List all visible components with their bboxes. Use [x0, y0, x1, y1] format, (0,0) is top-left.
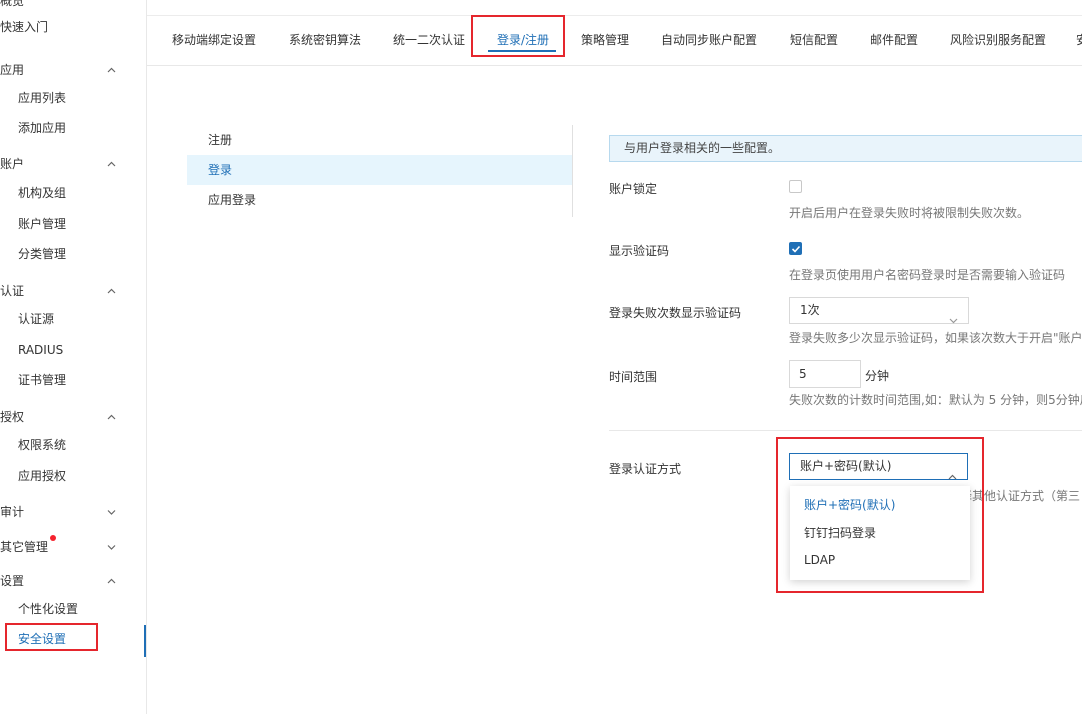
- check-icon: [791, 245, 801, 253]
- tab-mobile-binding[interactable]: 移动端绑定设置: [172, 16, 256, 66]
- tab-system-key-algorithm[interactable]: 系统密钥算法: [289, 16, 361, 66]
- account-lock-help: 开启后用户在登录失败时将被限制失败次数。: [789, 206, 1030, 220]
- tab-auto-sync-accounts[interactable]: 自动同步账户配置: [661, 16, 757, 66]
- sidebar-item-label: 添加应用: [18, 121, 67, 135]
- sidebar-item-quickstart[interactable]: 快速入门: [0, 17, 146, 37]
- sidebar-group-authorization[interactable]: 授权: [0, 407, 146, 427]
- sidebar-item-account-mgmt[interactable]: 账户管理: [0, 214, 146, 234]
- sidebar-active-indicator: [144, 625, 146, 657]
- sidebar-item-overview[interactable]: 概览: [0, 0, 146, 11]
- tab-risk-service-config[interactable]: 风险识别服务配置: [950, 16, 1046, 66]
- time-range-unit: 分钟: [865, 369, 890, 383]
- notification-dot: [50, 535, 56, 541]
- fail-count-value: 1次: [800, 303, 820, 317]
- subnav-item-app-login[interactable]: 应用登录: [187, 185, 572, 215]
- fail-count-help: 登录失败多少次显示验证码，如果该次数大于开启"账户锁: [789, 331, 1082, 345]
- sidebar-item-personalization[interactable]: 个性化设置: [0, 599, 146, 619]
- highlight-box-security-settings: [5, 623, 98, 651]
- sidebar-item-orgs-groups[interactable]: 机构及组: [0, 183, 146, 203]
- form-divider: [609, 430, 1082, 431]
- sidebar-item-label: 机构及组: [18, 186, 67, 200]
- sidebar-group-settings[interactable]: 设置: [0, 571, 146, 591]
- tab-unified-2fa[interactable]: 统一二次认证: [393, 16, 465, 66]
- sidebar-item-category-mgmt[interactable]: 分类管理: [0, 244, 146, 264]
- chevron-up-icon: [106, 407, 118, 427]
- tab-sms-config[interactable]: 短信配置: [790, 16, 838, 66]
- time-range-label: 时间范围: [609, 370, 658, 384]
- sidebar-item-label: 设置: [0, 574, 25, 588]
- time-range-help: 失败次数的计数时间范围,如：默认为 5 分钟，则5分钟后: [789, 393, 1082, 407]
- sidebar-group-apps[interactable]: 应用: [0, 60, 146, 80]
- sidebar-item-label: 审计: [0, 505, 25, 519]
- sidebar-item-app-list[interactable]: 应用列表: [0, 88, 146, 108]
- sidebar-item-label: 应用列表: [18, 91, 67, 105]
- tab-email-config[interactable]: 邮件配置: [870, 16, 918, 66]
- login-subnav: 注册 登录 应用登录: [187, 125, 573, 217]
- sidebar-item-auth-source[interactable]: 认证源: [0, 309, 146, 329]
- sidebar-item-label: 应用: [0, 63, 25, 77]
- chevron-up-icon: [106, 154, 118, 174]
- info-notice: 与用户登录相关的一些配置。: [609, 135, 1082, 162]
- sidebar-item-label: 个性化设置: [18, 602, 79, 616]
- sidebar-item-label: 账户管理: [18, 217, 67, 231]
- tab-security-partial[interactable]: 安: [1076, 16, 1082, 66]
- fail-count-label: 登录失败次数显示验证码: [609, 306, 742, 320]
- subnav-item-login[interactable]: 登录: [187, 155, 572, 185]
- sidebar-item-permission-system[interactable]: 权限系统: [0, 435, 146, 455]
- captcha-label: 显示验证码: [609, 244, 670, 258]
- sidebar-item-cert-mgmt[interactable]: 证书管理: [0, 370, 146, 390]
- sidebar-item-label: 应用授权: [18, 469, 67, 483]
- sidebar-item-label: 权限系统: [18, 438, 67, 452]
- settings-tab-bar: 移动端绑定设置 系统密钥算法 统一二次认证 登录/注册 策略管理 自动同步账户配…: [147, 15, 1082, 66]
- fail-count-select[interactable]: 1次: [789, 297, 969, 324]
- highlight-box-login-tab: [471, 15, 565, 57]
- chevron-down-icon: [106, 537, 118, 557]
- sidebar-item-label: 证书管理: [18, 373, 67, 387]
- sidebar-item-radius[interactable]: RADIUS: [0, 340, 146, 360]
- captcha-checkbox[interactable]: [789, 242, 802, 255]
- sidebar-item-add-app[interactable]: 添加应用: [0, 118, 146, 138]
- tab-policy-mgmt[interactable]: 策略管理: [581, 16, 629, 66]
- sidebar-item-label: 授权: [0, 410, 25, 424]
- auth-method-label: 登录认证方式: [609, 462, 682, 476]
- highlight-box-auth-method: [776, 437, 984, 593]
- sidebar-item-label: RADIUS: [18, 343, 64, 357]
- captcha-help: 在登录页使用用户名密码登录时是否需要输入验证码: [789, 268, 1066, 282]
- chevron-down-icon: [106, 502, 118, 522]
- account-lock-checkbox[interactable]: [789, 180, 802, 193]
- sidebar-group-accounts[interactable]: 账户: [0, 154, 146, 174]
- chevron-up-icon: [106, 60, 118, 80]
- account-lock-label: 账户锁定: [609, 182, 658, 196]
- chevron-up-icon: [106, 281, 118, 301]
- time-range-input[interactable]: [789, 360, 861, 388]
- sidebar-item-label: 分类管理: [18, 247, 67, 261]
- sidebar-item-label: 认证源: [18, 312, 55, 326]
- sidebar: 概览 快速入门 应用 应用列表 添加应用 账户 机构及组 账户管理 分类管理 认…: [0, 0, 147, 714]
- sidebar-item-label: 账户: [0, 157, 25, 171]
- sidebar-group-auth[interactable]: 认证: [0, 281, 146, 301]
- sidebar-group-audit[interactable]: 审计: [0, 502, 146, 522]
- sidebar-item-label: 认证: [0, 284, 25, 298]
- subnav-item-register[interactable]: 注册: [187, 125, 572, 155]
- sidebar-item-label: 其它管理: [0, 540, 49, 554]
- chevron-up-icon: [106, 571, 118, 591]
- sidebar-item-label: 快速入门: [0, 20, 49, 34]
- sidebar-item-label: 概览: [0, 0, 25, 8]
- sidebar-group-other-mgmt[interactable]: 其它管理: [0, 535, 146, 557]
- sidebar-item-app-authorization[interactable]: 应用授权: [0, 466, 146, 486]
